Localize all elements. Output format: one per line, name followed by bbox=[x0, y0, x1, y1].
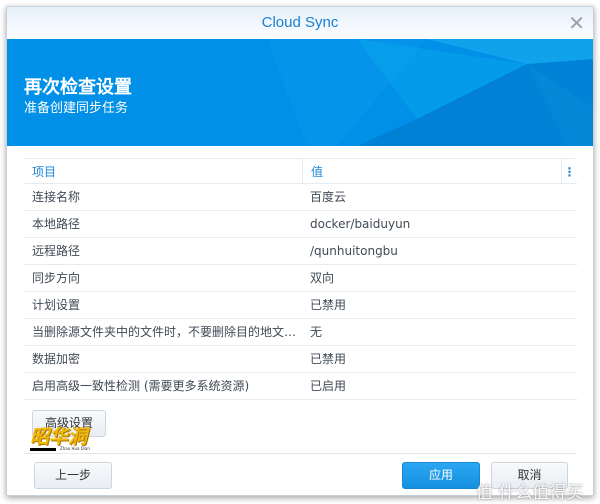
table-row: 连接名称 百度云 bbox=[24, 184, 577, 211]
row-item: 当删除源文件夹中的文件时，不要删除目的地文… bbox=[32, 325, 297, 339]
row-item: 远程路径 bbox=[32, 244, 81, 258]
row-value: 已禁用 bbox=[310, 298, 347, 312]
watermark-bar bbox=[30, 448, 56, 451]
row-value: docker/baiduyun bbox=[310, 217, 411, 231]
table-row: 同步方向 双向 bbox=[24, 265, 577, 292]
banner-subtitle: 准备创建同步任务 bbox=[24, 101, 129, 116]
row-value: 已启用 bbox=[310, 379, 347, 393]
table-row: 本地路径 docker/baiduyun bbox=[24, 211, 577, 238]
row-item: 同步方向 bbox=[32, 271, 81, 285]
footer-divider bbox=[24, 453, 577, 454]
table-row: 启用高级一致性检测 (需要更多系统资源) 已启用 bbox=[24, 373, 577, 400]
table-header: 项目 值 ⋮ bbox=[24, 158, 577, 184]
row-item: 数据加密 bbox=[32, 352, 81, 366]
watermark-logo: 昭华洞 bbox=[30, 426, 88, 448]
row-item: 连接名称 bbox=[32, 190, 81, 204]
close-icon[interactable]: ✕ bbox=[568, 11, 585, 35]
wizard-banner: 再次检查设置 准备创建同步任务 bbox=[7, 39, 593, 146]
cloud-sync-dialog: Cloud Sync ✕ 再次检查设置 准备创建同步任务 项目 值 ⋮ 连接名称… bbox=[6, 6, 594, 496]
row-value: 无 bbox=[310, 325, 323, 339]
summary-table: 项目 值 ⋮ 连接名称 百度云 本地路径 docker/baiduyun 远程路径 /… bbox=[24, 158, 577, 400]
title-bar: Cloud Sync ✕ bbox=[7, 7, 593, 39]
row-value: 双向 bbox=[310, 271, 335, 285]
table-row: 当删除源文件夹中的文件时，不要删除目的地文… 无 bbox=[24, 319, 577, 346]
column-header-value[interactable]: 值 bbox=[302, 159, 561, 183]
banner-title: 再次检查设置 bbox=[24, 77, 132, 98]
table-row: 计划设置 已禁用 bbox=[24, 292, 577, 319]
apply-button[interactable]: 应用 bbox=[402, 462, 480, 489]
watermark-smzdm: 值 什么值得买 bbox=[476, 483, 584, 503]
table-row: 远程路径/qunhuitongbu bbox=[24, 238, 577, 265]
window-title: Cloud Sync bbox=[261, 14, 339, 31]
watermark-logo-subtitle: Zhao Hua Dian bbox=[60, 446, 90, 451]
row-value: 百度云 bbox=[310, 190, 347, 204]
table-row: 数据加密 已禁用 bbox=[24, 346, 577, 373]
row-item: 本地路径 bbox=[32, 217, 81, 231]
row-value: 已禁用 bbox=[310, 352, 347, 366]
back-button[interactable]: 上一步 bbox=[34, 462, 112, 489]
column-menu-icon[interactable]: ⋮ bbox=[561, 159, 577, 183]
row-item: 计划设置 bbox=[32, 298, 81, 312]
column-header-item[interactable]: 项目 bbox=[24, 159, 302, 183]
row-item: 启用高级一致性检测 (需要更多系统资源) bbox=[32, 379, 250, 393]
row-value: /qunhuitongbu bbox=[310, 244, 398, 258]
